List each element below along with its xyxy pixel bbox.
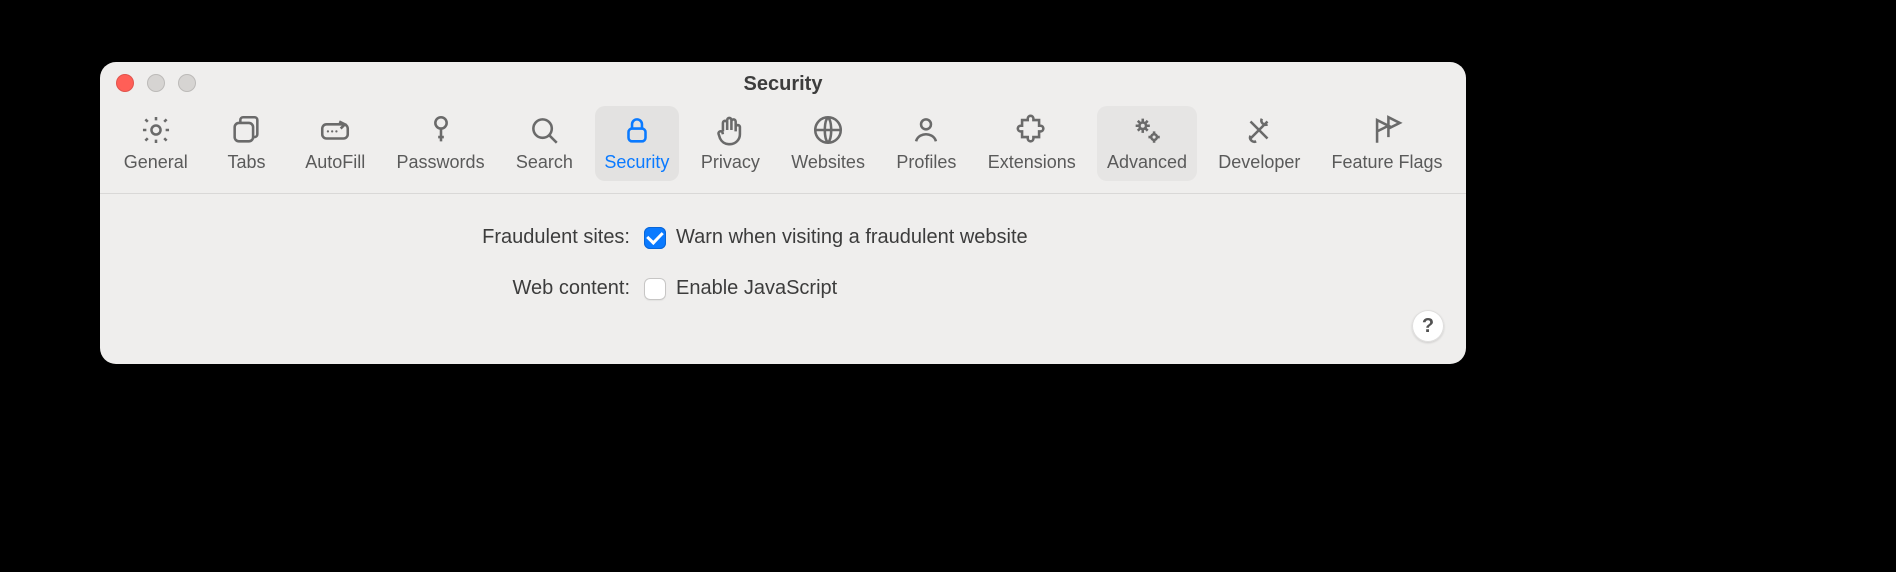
tab-feature-flags[interactable]: Feature Flags — [1322, 106, 1452, 181]
search-icon — [526, 112, 562, 148]
window-title: Security — [744, 73, 823, 96]
tab-label: Extensions — [988, 152, 1076, 173]
label-web-content: Web content: — [124, 277, 644, 300]
tab-label: Profiles — [896, 152, 956, 173]
checkbox-warn-fraudulent[interactable]: Warn when visiting a fraudulent website — [644, 226, 1442, 249]
tab-label: Privacy — [701, 152, 760, 173]
window-close-button[interactable] — [116, 74, 134, 92]
preferences-toolbar: General Tabs AutoFill Passwords Search — [100, 96, 1466, 193]
tab-general[interactable]: General — [114, 106, 197, 181]
tab-label: Security — [604, 152, 669, 173]
tab-label: Passwords — [397, 152, 485, 173]
content-area: Fraudulent sites: Warn when visiting a f… — [100, 194, 1466, 364]
tab-label: Feature Flags — [1331, 152, 1442, 173]
tab-security[interactable]: Security — [595, 106, 679, 181]
titlebar: Security — [100, 62, 1466, 96]
checkbox-label: Warn when visiting a fraudulent website — [676, 226, 1028, 249]
preferences-window: Security General Tabs AutoFill Pass — [100, 62, 1466, 364]
tab-advanced[interactable]: Advanced — [1097, 106, 1196, 181]
puzzle-icon — [1014, 112, 1050, 148]
globe-icon — [810, 112, 846, 148]
tabs-icon — [228, 112, 264, 148]
tools-icon — [1241, 112, 1277, 148]
tab-label: Websites — [791, 152, 865, 173]
tab-label: General — [124, 152, 188, 173]
checkbox-enable-javascript[interactable]: Enable JavaScript — [644, 277, 1442, 300]
gears-icon — [1129, 112, 1165, 148]
help-button[interactable]: ? — [1412, 310, 1444, 342]
checkbox-label: Enable JavaScript — [676, 277, 837, 300]
tab-passwords[interactable]: Passwords — [387, 106, 494, 181]
tab-autofill[interactable]: AutoFill — [295, 106, 374, 181]
tab-privacy[interactable]: Privacy — [691, 106, 769, 181]
gear-icon — [138, 112, 174, 148]
tab-extensions[interactable]: Extensions — [978, 106, 1085, 181]
key-icon — [423, 112, 459, 148]
lock-icon — [619, 112, 655, 148]
tab-profiles[interactable]: Profiles — [887, 106, 966, 181]
help-glyph: ? — [1422, 315, 1434, 338]
tab-developer[interactable]: Developer — [1209, 106, 1310, 181]
tab-label: Developer — [1218, 152, 1300, 173]
tab-label: Search — [516, 152, 573, 173]
tab-search[interactable]: Search — [506, 106, 583, 181]
traffic-lights — [116, 74, 196, 92]
pencil-box-icon — [317, 112, 353, 148]
tab-label: Tabs — [227, 152, 265, 173]
tab-tabs[interactable]: Tabs — [209, 106, 283, 181]
tab-label: AutoFill — [305, 152, 365, 173]
row-fraudulent-sites: Fraudulent sites: Warn when visiting a f… — [124, 226, 1442, 249]
checkbox-input-warn-fraudulent[interactable] — [644, 227, 666, 249]
tab-label: Advanced — [1107, 152, 1187, 173]
tab-websites[interactable]: Websites — [782, 106, 875, 181]
flags-icon — [1369, 112, 1405, 148]
person-icon — [908, 112, 944, 148]
window-minimize-button[interactable] — [147, 74, 165, 92]
row-web-content: Web content: Enable JavaScript — [124, 277, 1442, 300]
window-zoom-button[interactable] — [178, 74, 196, 92]
label-fraudulent-sites: Fraudulent sites: — [124, 226, 644, 249]
checkbox-input-enable-javascript[interactable] — [644, 278, 666, 300]
hand-icon — [712, 112, 748, 148]
